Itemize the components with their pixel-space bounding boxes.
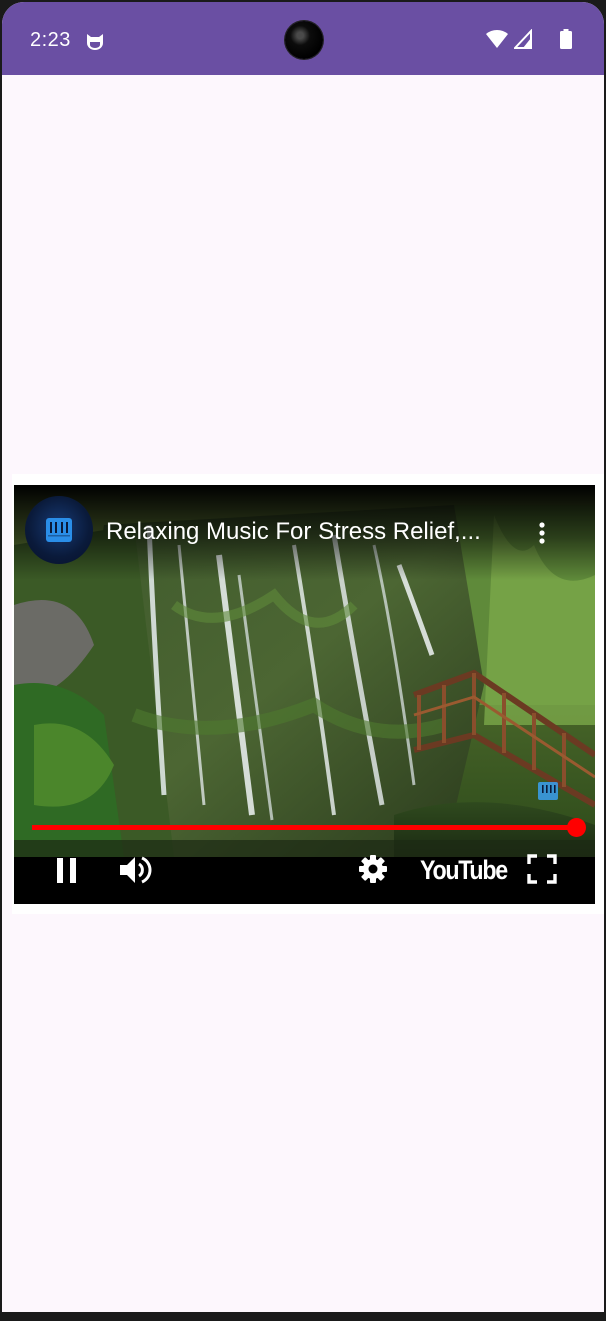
cat-notification-icon bbox=[87, 34, 103, 50]
pause-icon[interactable] bbox=[54, 857, 80, 885]
youtube-player-card: Relaxing Music For Stress Relief,... You… bbox=[12, 474, 604, 914]
wifi-icon bbox=[486, 29, 508, 48]
piano-icon bbox=[46, 518, 72, 542]
settings-icon[interactable] bbox=[358, 854, 388, 884]
front-camera bbox=[285, 21, 323, 59]
channel-avatar[interactable] bbox=[25, 496, 93, 564]
youtube-logo[interactable]: YouTube bbox=[420, 855, 508, 886]
video-player[interactable]: Relaxing Music For Stress Relief,... You… bbox=[14, 485, 595, 904]
progress-fill bbox=[32, 825, 577, 830]
video-title[interactable]: Relaxing Music For Stress Relief,... bbox=[106, 518, 526, 546]
more-options-icon[interactable] bbox=[536, 521, 548, 545]
progress-bar[interactable] bbox=[32, 818, 586, 837]
volume-icon[interactable] bbox=[118, 854, 152, 886]
battery-icon bbox=[560, 29, 572, 49]
channel-watermark-piano-icon bbox=[538, 782, 558, 800]
status-bar: 2:23 bbox=[2, 2, 604, 75]
app-screen: 2:23 Relaxing Music For Stress Relief,..… bbox=[2, 2, 604, 1312]
player-control-bar: YouTube bbox=[14, 854, 595, 904]
progress-scrubber[interactable] bbox=[567, 818, 586, 837]
status-time: 2:23 bbox=[30, 29, 71, 51]
fullscreen-icon[interactable] bbox=[527, 854, 557, 884]
signal-icon bbox=[514, 29, 532, 49]
